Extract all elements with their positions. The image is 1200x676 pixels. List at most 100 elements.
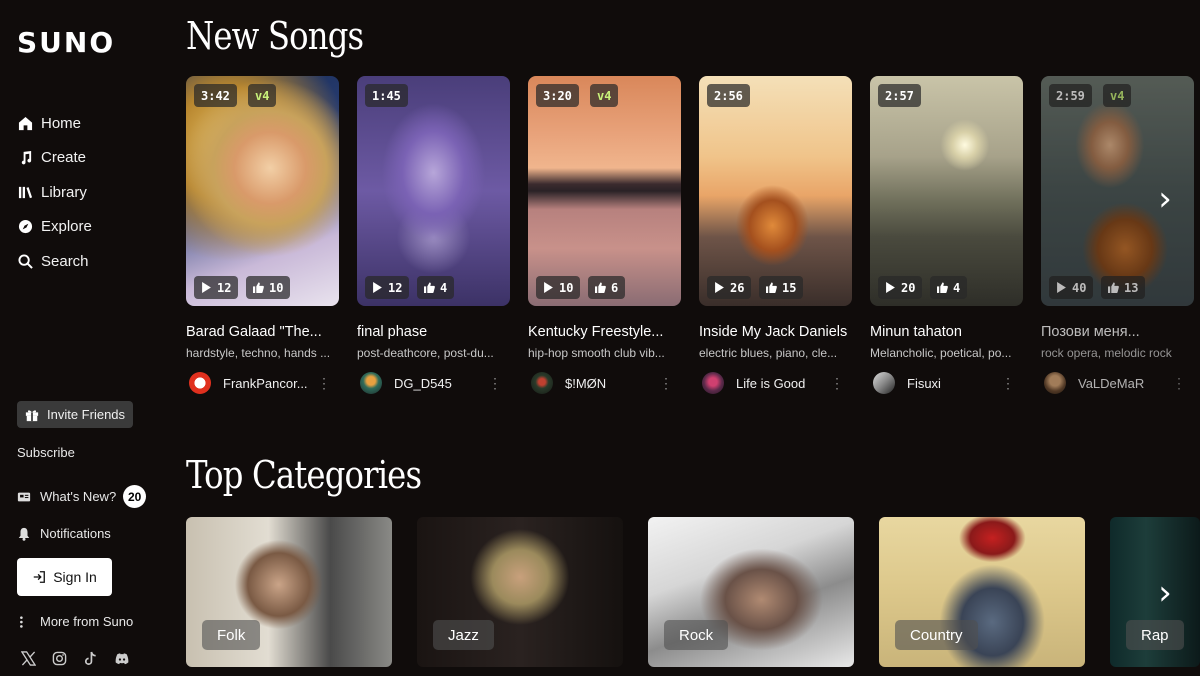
home-icon — [17, 115, 33, 131]
more-options-icon[interactable]: ⋮ — [488, 375, 502, 392]
category-card-rock[interactable]: Rock — [648, 517, 854, 667]
duration-badge: 3:20 — [536, 84, 579, 107]
play-count-value: 12 — [217, 280, 232, 295]
more-options-icon[interactable]: ⋮ — [1001, 375, 1015, 392]
like-count-value: 15 — [782, 280, 797, 295]
avatar[interactable] — [702, 372, 724, 394]
more-options-icon[interactable]: ⋮ — [830, 375, 844, 392]
nav-item-search[interactable]: Search — [17, 244, 92, 279]
song-cover[interactable]: 3:42 v4 12 10 — [186, 76, 339, 306]
news-icon — [17, 492, 31, 501]
song-card[interactable]: 3:42 v4 12 10 Barad Galaad "The... hards… — [186, 76, 339, 394]
song-cover[interactable]: 2:56 26 15 — [699, 76, 852, 306]
song-cover[interactable]: 3:20 v4 10 6 — [528, 76, 681, 306]
nav-item-home[interactable]: Home — [17, 106, 92, 141]
bell-icon — [18, 527, 30, 541]
song-card[interactable]: 2:57 20 4 Minun tahaton Melancholic, poe… — [870, 76, 1023, 394]
artist-name[interactable]: FrankPancor... — [223, 376, 309, 391]
artist-name[interactable]: VaLDeMaR — [1078, 376, 1164, 391]
play-count[interactable]: 40 — [1049, 276, 1094, 299]
whats-new-link[interactable]: What's New? 20 — [17, 485, 147, 508]
like-count[interactable]: 15 — [759, 276, 804, 299]
suno-logo[interactable]: SUNO — [17, 26, 115, 59]
category-label: Jazz — [433, 620, 494, 650]
song-card[interactable]: 2:59 v4 40 13 Позови меня... rock opera,… — [1041, 76, 1194, 394]
avatar[interactable] — [873, 372, 895, 394]
avatar[interactable] — [189, 372, 211, 394]
instagram-icon[interactable] — [51, 650, 68, 667]
song-title[interactable]: Barad Galaad "The... — [186, 324, 339, 340]
song-cover[interactable]: 2:57 20 4 — [870, 76, 1023, 306]
nav-label: Home — [41, 114, 82, 132]
duration-badge: 3:42 — [194, 84, 237, 107]
artist-row: VaLDeMaR ⋮ — [1041, 372, 1194, 394]
invite-friends-button[interactable]: Invite Friends — [17, 401, 134, 428]
song-card[interactable]: 3:20 v4 10 6 Kentucky Freestyle... hip-h… — [528, 76, 681, 394]
play-count[interactable]: 26 — [707, 276, 752, 299]
play-count-value: 20 — [901, 280, 916, 295]
artist-row: $!MØN ⋮ — [528, 372, 681, 394]
like-count[interactable]: 13 — [1101, 276, 1146, 299]
new-songs-carousel: 3:42 v4 12 10 Barad Galaad "The... hards… — [186, 76, 1200, 396]
social-links — [20, 650, 130, 667]
nav-item-explore[interactable]: Explore — [17, 210, 92, 245]
categories-next-arrow-icon[interactable]: › — [1147, 573, 1183, 613]
category-card-folk[interactable]: Folk — [186, 517, 392, 667]
play-icon — [886, 282, 895, 293]
play-count[interactable]: 12 — [194, 276, 239, 299]
duration-badge: 2:56 — [707, 84, 750, 107]
category-label: Country — [895, 620, 978, 650]
play-count[interactable]: 20 — [878, 276, 923, 299]
like-count-value: 10 — [269, 280, 284, 295]
category-label: Rap — [1126, 620, 1184, 650]
category-card-country[interactable]: Country — [879, 517, 1085, 667]
artist-name[interactable]: DG_D545 — [394, 376, 480, 391]
notifications-link[interactable]: Notifications — [17, 526, 111, 541]
song-tags: post-deathcore, post-du... — [357, 346, 494, 360]
more-options-icon[interactable]: ⋮ — [317, 375, 331, 392]
avatar[interactable] — [360, 372, 382, 394]
tiktok-icon[interactable] — [82, 650, 99, 667]
more-options-icon[interactable]: ⋮ — [659, 375, 673, 392]
song-tags: rock opera, melodic rock — [1041, 346, 1172, 360]
category-card-jazz[interactable]: Jazz — [417, 517, 623, 667]
song-title[interactable]: Minun tahaton — [870, 324, 1023, 340]
x-icon[interactable] — [20, 650, 37, 667]
play-count-value: 10 — [559, 280, 574, 295]
song-card[interactable]: 1:45 12 4 final phase post-deathcore, po… — [357, 76, 510, 394]
subscribe-link[interactable]: Subscribe — [17, 445, 75, 460]
song-title[interactable]: Inside My Jack Daniels — [699, 324, 852, 340]
song-title[interactable]: Kentucky Freestyle... — [528, 324, 681, 340]
nav-item-create[interactable]: Create — [17, 141, 92, 176]
nav-item-library[interactable]: Library — [17, 175, 92, 210]
more-options-icon[interactable]: ⋮ — [1172, 375, 1186, 392]
like-count[interactable]: 4 — [417, 276, 455, 299]
compass-icon — [17, 219, 33, 235]
like-count[interactable]: 6 — [588, 276, 626, 299]
section-title-top-categories: Top Categories — [186, 453, 422, 497]
discord-icon[interactable] — [113, 650, 130, 667]
more-from-suno-link[interactable]: More from Suno — [17, 614, 133, 629]
avatar[interactable] — [531, 372, 553, 394]
whats-new-count-badge: 20 — [123, 485, 147, 508]
song-card[interactable]: 2:56 26 15 Inside My Jack Daniels electr… — [699, 76, 852, 394]
song-cover[interactable]: 1:45 12 4 — [357, 76, 510, 306]
artist-row: Fisuxi ⋮ — [870, 372, 1023, 394]
like-count-value: 4 — [953, 280, 961, 295]
avatar[interactable] — [1044, 372, 1066, 394]
nav-label: Explore — [41, 218, 92, 236]
artist-name[interactable]: Life is Good — [736, 376, 822, 391]
sign-in-label: Sign In — [53, 569, 97, 585]
play-count[interactable]: 12 — [365, 276, 410, 299]
artist-name[interactable]: $!MØN — [565, 376, 651, 391]
like-count[interactable]: 10 — [246, 276, 291, 299]
artist-row: DG_D545 ⋮ — [357, 372, 510, 394]
like-count[interactable]: 4 — [930, 276, 968, 299]
songs-next-arrow-icon[interactable]: › — [1147, 179, 1183, 219]
play-count[interactable]: 10 — [536, 276, 581, 299]
play-icon — [373, 282, 382, 293]
song-title[interactable]: final phase — [357, 324, 510, 340]
song-title[interactable]: Позови меня... — [1041, 324, 1194, 340]
sign-in-button[interactable]: Sign In — [17, 558, 112, 596]
artist-name[interactable]: Fisuxi — [907, 376, 993, 391]
